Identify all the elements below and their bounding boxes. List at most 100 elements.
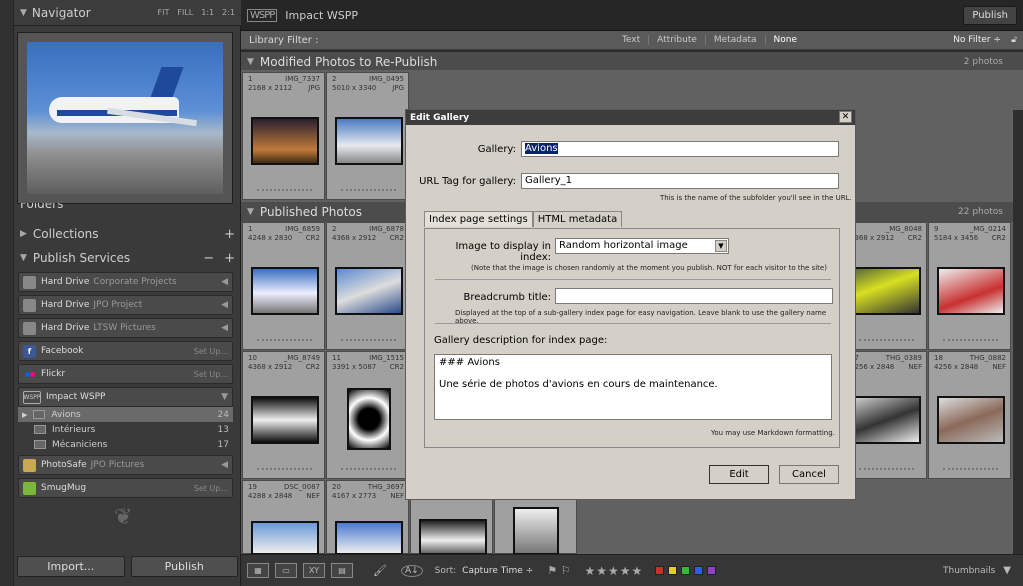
section-folders[interactable]: Folders bbox=[14, 203, 241, 215]
service-action[interactable]: ◀ bbox=[221, 277, 228, 287]
gallery-name-field[interactable]: Avions bbox=[521, 141, 839, 157]
spray-can-icon[interactable]: 🖌︎ bbox=[373, 564, 387, 577]
expand-triangle-icon[interactable]: ▶ bbox=[20, 229, 27, 239]
photo-cell[interactable]: 10 _MG_8749 4368 x 2912 CR2 bbox=[242, 351, 325, 479]
section-collections[interactable]: ▶ Collections + bbox=[14, 223, 241, 245]
rating-stars[interactable]: ★★★★★ bbox=[584, 564, 643, 578]
section-publish-services[interactable]: ▼ Publish Services − + bbox=[14, 247, 241, 269]
cancel-button[interactable]: Cancel bbox=[779, 465, 839, 484]
sort-select[interactable]: Capture Time ÷ bbox=[462, 566, 533, 576]
lock-icon[interactable]: 🔓︎ bbox=[1011, 35, 1017, 45]
collapse-triangle-icon[interactable]: ▼ bbox=[20, 253, 27, 263]
service-action[interactable]: ◀ bbox=[221, 300, 228, 310]
service-hard-drive-ltsw[interactable]: Hard Drive LTSW Pictures ◀ bbox=[18, 318, 233, 338]
collection-avions[interactable]: ▶ Avions 24 bbox=[18, 407, 233, 422]
photo-cell[interactable]: 17 THG_0389 4256 x 2848 NEF bbox=[844, 351, 927, 479]
color-label-purple[interactable] bbox=[707, 566, 717, 575]
photo-cell[interactable]: 2 IMG_0495 5010 x 3340 JPG bbox=[326, 72, 409, 200]
service-setup[interactable]: Set Up... bbox=[194, 370, 228, 379]
sort-direction-icon[interactable]: A↓ bbox=[400, 564, 423, 577]
tab-html-metadata[interactable]: HTML metadata bbox=[532, 211, 623, 227]
color-label-blue[interactable] bbox=[694, 566, 704, 575]
expand-triangle-icon[interactable]: ▶ bbox=[22, 411, 27, 419]
service-action[interactable]: ◀ bbox=[221, 323, 228, 333]
collection-interieurs[interactable]: Intérieurs 13 bbox=[18, 422, 233, 437]
edit-button[interactable]: Edit bbox=[709, 465, 769, 484]
add-service-icon[interactable]: + bbox=[224, 251, 235, 266]
collection-mecaniciens[interactable]: Mécaniciens 17 bbox=[18, 437, 233, 452]
photo-cell[interactable]: 19 DSC_0087 4288 x 2848 NEF bbox=[242, 480, 325, 555]
grid-view-icon[interactable]: ▦ bbox=[247, 563, 269, 578]
photo-cell[interactable]: 1 IMG_6859 4248 x 2830 CR2 bbox=[242, 222, 325, 350]
photo-cell[interactable]: 9 _MG_0214 5184 x 3456 CR2 bbox=[928, 222, 1011, 350]
description-textarea[interactable]: ### Avions Une série de photos d'avions … bbox=[434, 354, 832, 420]
survey-view-icon[interactable]: ▤ bbox=[331, 563, 353, 578]
service-setup[interactable]: Set Up... bbox=[194, 484, 228, 493]
photo-thumbnail[interactable] bbox=[251, 521, 319, 555]
color-label-green[interactable] bbox=[681, 566, 691, 575]
photo-cell[interactable]: 8 _MG_8048 4368 x 2912 CR2 bbox=[844, 222, 927, 350]
filter-attribute[interactable]: Attribute bbox=[649, 35, 706, 45]
photo-thumbnail[interactable] bbox=[251, 267, 319, 315]
filter-none[interactable]: None bbox=[766, 35, 805, 45]
publish-button[interactable]: Publish bbox=[130, 556, 238, 577]
left-edge-strip[interactable] bbox=[0, 0, 14, 586]
zoom-1-1[interactable]: 1:1 bbox=[201, 8, 214, 17]
photo-cell[interactable]: 20 THG_3697 4167 x 2773 NEF bbox=[326, 480, 409, 555]
close-icon[interactable]: ✕ bbox=[839, 111, 852, 123]
flag-icon[interactable]: ⚑ ⚐ bbox=[547, 564, 570, 577]
tab-index-page-settings[interactable]: Index page settings bbox=[424, 211, 533, 227]
color-label-red[interactable] bbox=[655, 566, 665, 575]
service-smugmug[interactable]: SmugMug Set Up... bbox=[18, 478, 233, 498]
collapse-triangle-icon[interactable]: ▼ bbox=[247, 207, 254, 217]
remove-service-icon[interactable]: − bbox=[203, 251, 214, 266]
zoom-fit[interactable]: FIT bbox=[158, 8, 170, 17]
zoom-2-1[interactable]: 2:1 bbox=[222, 8, 235, 17]
photo-thumbnail[interactable] bbox=[347, 388, 391, 450]
photo-thumbnail[interactable] bbox=[513, 507, 559, 555]
no-filter-select[interactable]: No Filter ÷ bbox=[953, 35, 1001, 45]
photo-cell[interactable]: 1 IMG_7337 2168 x 2112 JPG bbox=[242, 72, 325, 200]
color-label-yellow[interactable] bbox=[668, 566, 678, 575]
photo-thumbnail[interactable] bbox=[937, 396, 1005, 444]
filter-text[interactable]: Text bbox=[614, 35, 650, 45]
import-button[interactable]: Import... bbox=[17, 556, 125, 577]
service-impact-wspp[interactable]: WSPP Impact WSPP ▼ bbox=[18, 387, 233, 407]
compare-view-icon[interactable]: XY bbox=[303, 563, 325, 578]
service-flickr[interactable]: Flickr Set Up... bbox=[18, 364, 233, 384]
chevron-down-icon[interactable]: ▼ bbox=[715, 240, 727, 252]
photo-thumbnail[interactable] bbox=[335, 117, 403, 165]
image-index-select[interactable]: Random horizontal image ▼ bbox=[555, 238, 729, 254]
photo-cell[interactable]: 18 THG_0882 4256 x 2848 NEF bbox=[928, 351, 1011, 479]
collapse-triangle-icon[interactable]: ▼ bbox=[20, 8, 27, 18]
grid-scrollbar[interactable] bbox=[1013, 110, 1023, 580]
service-photosafe[interactable]: PhotoSafe JPO Pictures ◀ bbox=[18, 455, 233, 475]
photo-thumbnail[interactable] bbox=[419, 519, 487, 555]
photo-thumbnail[interactable] bbox=[251, 117, 319, 165]
top-publish-button[interactable]: Publish bbox=[963, 5, 1017, 25]
photo-cell[interactable]: 2 IMG_6878 4368 x 2912 CR2 bbox=[326, 222, 409, 350]
photo-thumbnail[interactable] bbox=[335, 521, 403, 555]
photo-thumbnail[interactable] bbox=[335, 267, 403, 315]
chevron-down-icon[interactable]: ▼ bbox=[1003, 565, 1011, 576]
service-hard-drive-corporate[interactable]: Hard Drive Corporate Projects ◀ bbox=[18, 272, 233, 292]
service-setup[interactable]: Set Up... bbox=[194, 347, 228, 356]
service-action[interactable]: ◀ bbox=[221, 460, 228, 470]
loupe-view-icon[interactable]: ▭ bbox=[275, 563, 297, 578]
navigator-preview[interactable] bbox=[17, 32, 233, 204]
photo-cell[interactable]: 11 IMG_1515 3391 x 5087 CR2 bbox=[326, 351, 409, 479]
navigator-header[interactable]: ▼ Navigator FIT FILL 1:1 2:1 bbox=[14, 0, 241, 26]
service-hard-drive-jpo[interactable]: Hard Drive JPO Project ◀ bbox=[18, 295, 233, 315]
photo-thumbnail[interactable] bbox=[853, 396, 921, 444]
photo-thumbnail[interactable] bbox=[853, 267, 921, 315]
collapse-triangle-icon[interactable]: ▼ bbox=[247, 57, 254, 67]
photo-thumbnail[interactable] bbox=[251, 396, 319, 444]
photo-thumbnail[interactable] bbox=[937, 267, 1005, 315]
service-action[interactable]: ▼ bbox=[221, 392, 228, 402]
url-tag-field[interactable]: Gallery_1 bbox=[521, 173, 839, 189]
add-collection-icon[interactable]: + bbox=[224, 227, 235, 242]
zoom-fill[interactable]: FILL bbox=[177, 8, 193, 17]
service-facebook[interactable]: f Facebook Set Up... bbox=[18, 341, 233, 361]
filter-metadata[interactable]: Metadata bbox=[706, 35, 766, 45]
breadcrumb-field[interactable] bbox=[555, 288, 833, 304]
